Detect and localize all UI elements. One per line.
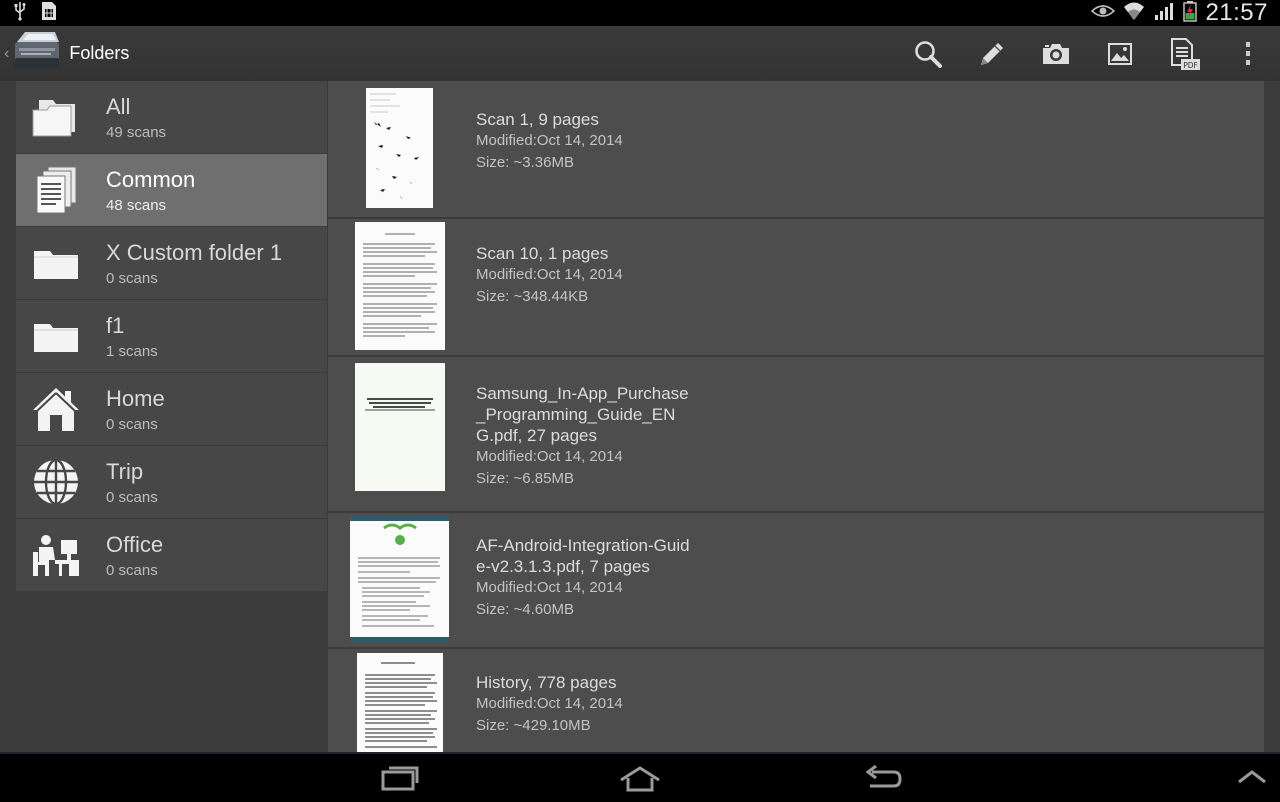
- folder-item-trip[interactable]: Trip 0 scans: [16, 446, 327, 518]
- scan-modified: Modified:Oct 14, 2014: [476, 579, 623, 596]
- back-button[interactable]: [862, 764, 902, 797]
- pdf-document-icon: PDF: [1171, 37, 1200, 70]
- scan-thumbnail: [355, 222, 445, 350]
- folder-count: 0 scans: [106, 561, 158, 579]
- folder-count: 49 scans: [106, 123, 167, 141]
- eye-icon: [1091, 3, 1116, 24]
- up-navigation-icon[interactable]: ‹: [4, 45, 9, 63]
- status-bar: 21:57: [0, 0, 1280, 26]
- folder-count: 0 scans: [106, 488, 158, 506]
- scan-thumbnail: [350, 516, 449, 642]
- scan-size: Size: ~4.60MB: [476, 601, 574, 618]
- home-icon: [16, 373, 96, 445]
- folder-name: X Custom folder 1: [106, 239, 283, 265]
- scan-title: AF-Android-Integration-Guide-v2.3.1.3.pd…: [476, 536, 690, 576]
- pencil-icon: [981, 42, 1003, 65]
- home-nav-button[interactable]: [618, 764, 662, 797]
- folder-count: 0 scans: [106, 269, 158, 287]
- folder-name: f1: [106, 312, 125, 338]
- scanner-app-icon[interactable]: [11, 28, 63, 79]
- scan-thumbnail: [355, 363, 445, 491]
- back-icon: [865, 764, 902, 788]
- search-button[interactable]: [896, 26, 960, 81]
- open-folder-icon: [16, 81, 96, 153]
- scan-size: Size: ~3.36MB: [476, 154, 574, 171]
- scan-list: Scan 1, 9 pages Modified:Oct 14, 2014 Si…: [328, 81, 1264, 753]
- folder-name: Home: [106, 385, 165, 411]
- folder-item-x-custom-folder-1[interactable]: X Custom folder 1 0 scans: [16, 227, 327, 299]
- scan-modified: Modified:Oct 14, 2014: [476, 448, 623, 465]
- scan-list-item[interactable]: History, 778 pages Modified:Oct 14, 2014…: [328, 649, 1264, 753]
- svg-text:PDF: PDF: [1183, 61, 1198, 70]
- scan-thumbnail: [366, 88, 433, 208]
- recent-apps-icon: [381, 766, 419, 791]
- documents-icon: [16, 154, 96, 226]
- battery-icon: [1183, 0, 1198, 27]
- action-bar: ‹ Folders PDF: [0, 26, 1280, 81]
- folder-name: Office: [106, 531, 164, 557]
- scan-thumbnail: [357, 653, 443, 753]
- scan-title: Samsung_In-App_Purchase_Programming_Guid…: [476, 384, 689, 445]
- signal-icon: [1153, 1, 1175, 26]
- folder-name: All: [106, 93, 131, 119]
- action-bar-title: Folders: [69, 43, 130, 63]
- folder-icon: [16, 227, 96, 299]
- folder-item-home[interactable]: Home 0 scans: [16, 373, 327, 445]
- folder-item-office[interactable]: Office 0 scans: [16, 519, 327, 591]
- scan-list-item[interactable]: Samsung_In-App_Purchase_Programming_Guid…: [328, 357, 1264, 511]
- scan-modified: Modified:Oct 14, 2014: [476, 266, 623, 283]
- folder-list: All 49 scans Common 48 scans X Custom fo…: [16, 81, 327, 592]
- wifi-icon: [1123, 1, 1145, 26]
- edit-button[interactable]: [960, 26, 1024, 81]
- overflow-menu-button[interactable]: [1216, 26, 1280, 81]
- scan-title: History, 778 pages: [476, 673, 617, 692]
- overflow-menu-icon: [1246, 41, 1250, 65]
- scan-list-item[interactable]: Scan 1, 9 pages Modified:Oct 14, 2014 Si…: [328, 81, 1264, 217]
- usb-icon: [12, 1, 28, 26]
- scan-title: Scan 10, 1 pages: [476, 244, 609, 263]
- scan-modified: Modified:Oct 14, 2014: [476, 132, 623, 149]
- folder-icon: [16, 300, 96, 372]
- scan-title: Scan 1, 9 pages: [476, 110, 599, 129]
- scan-size: Size: ~348.44KB: [476, 288, 589, 305]
- folder-count: 48 scans: [106, 196, 167, 214]
- clock: 21:57: [1205, 0, 1268, 26]
- pdf-button[interactable]: PDF: [1152, 26, 1216, 81]
- scan-list-item[interactable]: Scan 10, 1 pages Modified:Oct 14, 2014 S…: [328, 219, 1264, 355]
- globe-icon: [16, 446, 96, 518]
- office-worker-icon: [16, 519, 96, 591]
- navigation-bar: [0, 752, 1280, 802]
- folder-item-all[interactable]: All 49 scans: [16, 81, 327, 153]
- home-nav-icon: [620, 766, 660, 792]
- folder-name: Common: [106, 166, 196, 192]
- scan-list-item[interactable]: AF-Android-Integration-Guide-v2.3.1.3.pd…: [328, 513, 1264, 647]
- camera-button[interactable]: [1024, 26, 1088, 81]
- image-icon: [1108, 42, 1132, 65]
- search-icon: [915, 40, 942, 68]
- scan-modified: Modified:Oct 14, 2014: [476, 695, 623, 712]
- folder-count: 0 scans: [106, 415, 158, 433]
- recent-apps-button[interactable]: [380, 764, 420, 797]
- folder-name: Trip: [106, 458, 144, 484]
- folder-item-common[interactable]: Common 48 scans: [16, 154, 327, 226]
- collapse-chevron-icon: [1238, 770, 1266, 784]
- camera-icon: [1043, 43, 1069, 64]
- collapse-button[interactable]: [1236, 764, 1268, 793]
- gallery-button[interactable]: [1088, 26, 1152, 81]
- scan-size: Size: ~6.85MB: [476, 470, 574, 487]
- folder-item-f1[interactable]: f1 1 scans: [16, 300, 327, 372]
- scan-size: Size: ~429.10MB: [476, 717, 591, 734]
- folder-count: 1 scans: [106, 342, 158, 360]
- sim-card-icon: [40, 1, 58, 26]
